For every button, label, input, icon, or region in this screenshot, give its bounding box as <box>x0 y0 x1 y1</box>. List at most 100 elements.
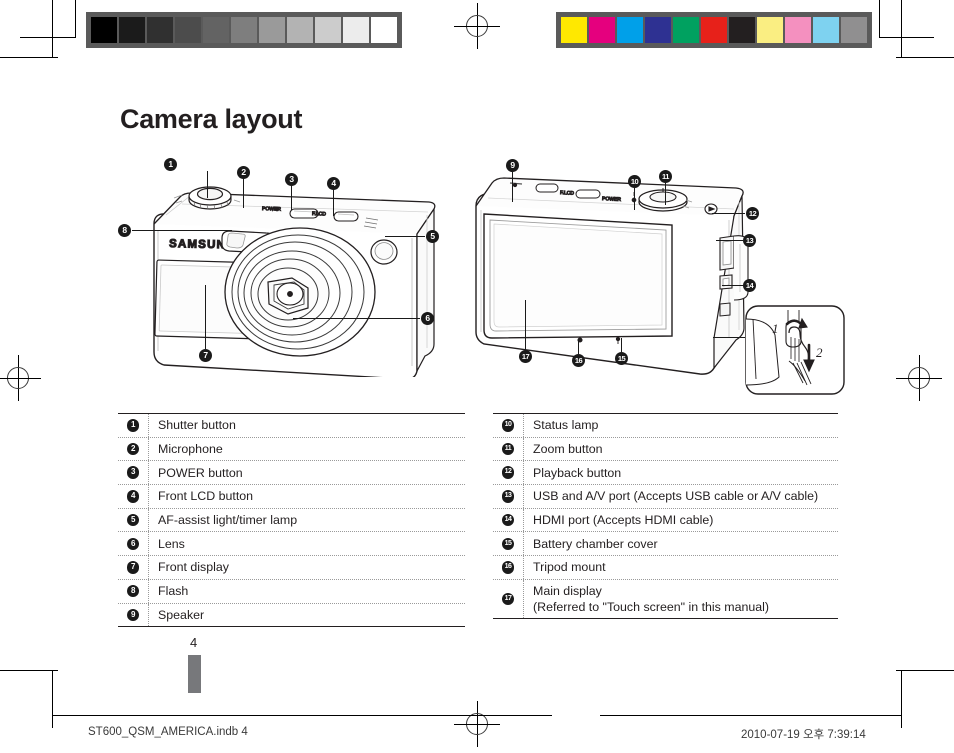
legend-row: 1 Shutter button <box>118 414 465 438</box>
legend-row: 11 Zoom button <box>493 437 838 462</box>
svg-text:F.LCD: F.LCD <box>560 190 575 197</box>
legend-label: Tripod mount <box>524 556 606 579</box>
manual-page: Camera layout POWER F.LCD SAMSUNG 1 2 3 … <box>0 0 954 753</box>
legend-number-cell: 15 <box>493 532 524 556</box>
registration-mark-top <box>454 3 500 49</box>
legend-number-badge: 2 <box>126 442 140 456</box>
legend-label: Shutter button <box>149 414 236 437</box>
crop-mark-tl2-v <box>75 0 76 38</box>
leader-line-9 <box>512 172 513 202</box>
legend-table-right: 10 Status lamp 11 Zoom button 12 Playback but… <box>493 413 838 619</box>
strap-attachment-detail: 1 2 <box>745 305 845 395</box>
registration-ring-icon <box>7 367 29 389</box>
legend-number-badge: 8 <box>126 584 140 598</box>
leader-line-3 <box>291 185 292 210</box>
legend-row: 10 Status lamp <box>493 414 838 438</box>
legend-row: 4 Front LCD button <box>118 485 465 509</box>
legend-number-badge: 16 <box>501 561 515 574</box>
registration-ring-icon <box>908 367 930 389</box>
leader-line-10 <box>634 188 635 210</box>
footer-rule-right <box>600 715 902 716</box>
legend-label: Speaker <box>149 604 204 627</box>
color-swatch <box>147 17 173 43</box>
legend-number-badge: 12 <box>501 466 515 479</box>
leader-line-14 <box>722 285 744 286</box>
legend-number-badge: 3 <box>126 466 140 479</box>
leader-line-16 <box>578 340 579 354</box>
callout-3: 3 <box>285 173 298 186</box>
leader-line-13 <box>716 240 743 241</box>
footer-timestamp: 2010-07-19 오후 7:39:14 <box>741 729 866 741</box>
legend-row: 16 Tripod mount <box>493 556 838 580</box>
legend-row: 2 Microphone <box>118 437 465 462</box>
legend-number-badge: 14 <box>501 513 515 527</box>
legend-label: Main display (Referred to "Touch screen" … <box>524 580 769 618</box>
color-swatch <box>561 17 587 43</box>
color-swatch <box>701 17 727 43</box>
legend-number-cell: 8 <box>118 579 149 603</box>
legend-number-cell: 14 <box>493 508 524 532</box>
legend-label-line: Zoom button <box>533 442 603 457</box>
legend-label: Status lamp <box>524 414 598 437</box>
callout-1: 1 <box>164 158 177 171</box>
legend-number-badge: 10 <box>501 419 515 432</box>
legend-label: Front LCD button <box>149 485 253 508</box>
leader-line-5 <box>385 236 425 237</box>
callout-13: 13 <box>743 234 756 247</box>
leader-line-8 <box>132 230 232 231</box>
svg-text:POWER: POWER <box>602 196 622 203</box>
legend-number-cell: 3 <box>118 461 149 485</box>
color-swatch <box>343 17 369 43</box>
legend-label: Zoom button <box>524 438 603 461</box>
legend-label: USB and A/V port (Accepts USB cable or A… <box>524 485 818 508</box>
legend-table-left: 1 Shutter button 2 Microphone 3 POWER button 4… <box>118 413 465 628</box>
page-number: 4 <box>190 635 198 650</box>
footer-filename: ST600_QSM_AMERICA.indb 4 <box>88 726 248 738</box>
legend-number-cell: 17 <box>493 579 524 618</box>
crop-mark-tl2-h <box>20 37 76 38</box>
grayscale-calibration-bar <box>86 12 402 48</box>
legend-label-line: Microphone <box>158 442 223 457</box>
legend-label: Battery chamber cover <box>524 532 658 555</box>
callout-2: 2 <box>237 166 250 179</box>
legend-label-line: Flash <box>158 584 189 599</box>
legend-label: POWER button <box>149 461 243 484</box>
color-swatch <box>673 17 699 43</box>
callout-7: 7 <box>199 349 212 362</box>
crop-mark-tr-h <box>896 57 954 58</box>
callout-6: 6 <box>421 312 434 325</box>
callout-8: 8 <box>118 224 131 237</box>
callout-17: 17 <box>519 350 532 363</box>
svg-text:F.LCD: F.LCD <box>312 211 326 217</box>
legend-number-badge: 11 <box>501 442 515 456</box>
crop-mark-tr2-h <box>879 37 934 38</box>
registration-mark-bottom <box>454 701 500 747</box>
legend-label: Flash <box>149 580 188 603</box>
crop-mark-br-h <box>896 670 954 671</box>
legend-number-cell: 6 <box>118 532 149 556</box>
legend-row: 3 POWER button <box>118 461 465 486</box>
registration-ring-icon <box>466 15 488 37</box>
callout-10: 10 <box>628 175 641 188</box>
legend-number-badge: 17 <box>501 592 515 606</box>
legend-row: 17 Main display (Referred to "Touch screen… <box>493 579 838 618</box>
legend-number-badge: 1 <box>126 419 140 432</box>
leader-line-4 <box>333 189 334 216</box>
legend-label: Front display <box>149 556 229 579</box>
color-calibration-bar <box>556 12 872 48</box>
crop-mark-bl-v <box>52 670 53 728</box>
legend-number-badge: 13 <box>501 490 515 503</box>
legend-row: 14 HDMI port (Accepts HDMI cable) <box>493 508 838 533</box>
leader-line-11 <box>665 183 666 205</box>
crop-mark-bl-h <box>0 670 58 671</box>
color-swatch <box>645 17 671 43</box>
color-swatch <box>287 17 313 43</box>
crop-mark-br-v <box>901 670 902 728</box>
legend-number-cell: 16 <box>493 556 524 579</box>
legend-label: AF-assist light/timer lamp <box>149 509 297 532</box>
leader-line-2 <box>243 178 244 208</box>
crop-mark-tl-v <box>52 0 53 58</box>
color-swatch <box>231 17 257 43</box>
legend-label-line: Battery chamber cover <box>533 536 658 551</box>
legend-number-cell: 9 <box>118 603 149 627</box>
